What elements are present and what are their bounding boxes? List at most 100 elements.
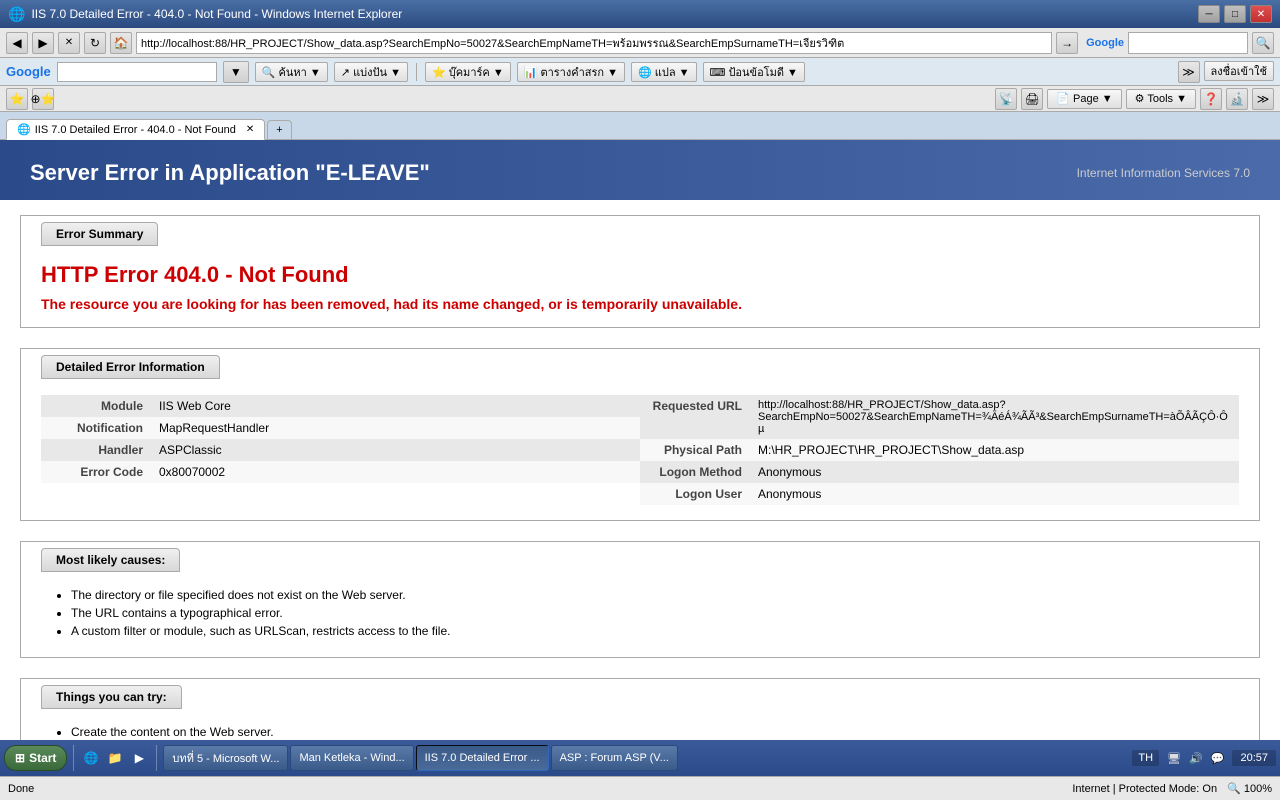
table-row: Logon Method Anonymous bbox=[640, 461, 1239, 483]
quicklaunch-ie[interactable]: 🌐 bbox=[80, 747, 102, 769]
ie-add-favorites[interactable]: ⊕⭐ bbox=[32, 88, 54, 110]
error-code-value: 0x80070002 bbox=[151, 461, 640, 483]
most-likely-causes-section: Most likely causes: The directory or fil… bbox=[20, 541, 1260, 658]
network-tray-icon: 🖥 bbox=[1167, 752, 1181, 765]
maximize-button[interactable]: □ bbox=[1224, 5, 1246, 23]
windows-logo: ⊞ bbox=[15, 751, 25, 765]
back-button[interactable]: ◀ bbox=[6, 32, 28, 54]
causes-header-row: Most likely causes: bbox=[21, 542, 1259, 573]
causes-tab: Most likely causes: bbox=[41, 548, 180, 572]
forward-button[interactable]: ▶ bbox=[32, 32, 54, 54]
google-toolbar-more[interactable]: ≫ bbox=[1178, 61, 1200, 83]
quicklaunch-media[interactable]: ▶ bbox=[128, 747, 150, 769]
detailed-error-tab: Detailed Error Information bbox=[41, 355, 220, 379]
taskbar-item-iis[interactable]: IIS 7.0 Detailed Error ... bbox=[416, 745, 549, 771]
detail-left-table: Module IIS Web Core Notification MapRequ… bbox=[41, 395, 640, 483]
tab-iis-error[interactable]: 🌐 IIS 7.0 Detailed Error - 404.0 - Not F… bbox=[6, 119, 265, 140]
list-item: The directory or file specified does not… bbox=[71, 588, 1239, 602]
taskbar-item-asp[interactable]: ASP : Forum ASP (V... bbox=[551, 745, 678, 771]
logon-method-value: Anonymous bbox=[750, 461, 1239, 483]
address-input[interactable] bbox=[136, 32, 1052, 54]
logon-user-value: Anonymous bbox=[750, 483, 1239, 505]
logon-user-label: Logon User bbox=[640, 483, 750, 505]
handler-label: Handler bbox=[41, 439, 151, 461]
detail-left: Module IIS Web Core Notification MapRequ… bbox=[41, 395, 640, 505]
error-summary-tab: Error Summary bbox=[41, 222, 158, 246]
detailed-error-content: Module IIS Web Core Notification MapRequ… bbox=[21, 380, 1259, 520]
module-label: Module bbox=[41, 395, 151, 417]
error-description: The resource you are looking for has bee… bbox=[41, 296, 1239, 312]
handler-value: ASPClassic bbox=[151, 439, 640, 461]
table-row: Error Code 0x80070002 bbox=[41, 461, 640, 483]
minimize-button[interactable]: ─ bbox=[1198, 5, 1220, 23]
go-button[interactable]: → bbox=[1056, 32, 1078, 54]
logon-method-label: Logon Method bbox=[640, 461, 750, 483]
detail-right: Requested URL http://localhost:88/HR_PRO… bbox=[640, 395, 1239, 505]
physical-path-label: Physical Path bbox=[640, 439, 750, 461]
notification-label: Notification bbox=[41, 417, 151, 439]
google-toolbar-translate[interactable]: 🌐 แปล ▼ bbox=[631, 62, 697, 82]
refresh-button[interactable]: ↻ bbox=[84, 32, 106, 54]
quicklaunch-explorer[interactable]: 📁 bbox=[104, 747, 126, 769]
content-scroll[interactable]: Server Error in Application "E-LEAVE" In… bbox=[0, 140, 1280, 740]
error-summary-content: HTTP Error 404.0 - Not Found The resourc… bbox=[21, 247, 1259, 327]
ie-command-toolbar: ⭐ ⊕⭐ 📡 🖨 📄 Page ▼ ⚙ Tools ▼ ❓ 🔬 ≫ bbox=[0, 86, 1280, 112]
ie-favorites-star[interactable]: ⭐ bbox=[6, 88, 28, 110]
start-button[interactable]: ⊞ Start bbox=[4, 745, 67, 771]
things-section: Things you can try: Create the content o… bbox=[20, 678, 1260, 740]
taskbar-divider bbox=[73, 745, 74, 771]
google-search-input[interactable] bbox=[57, 62, 217, 82]
ie-extra-btn[interactable]: ≫ bbox=[1252, 88, 1274, 110]
table-row: Requested URL http://localhost:88/HR_PRO… bbox=[640, 395, 1239, 439]
google-signin[interactable]: ลงชื่อเข้าใช้ bbox=[1204, 61, 1274, 81]
tab-icon: 🌐 bbox=[17, 123, 31, 136]
taskbar-right: TH 🖥 🔊 💬 20:57 bbox=[1132, 750, 1276, 766]
new-tab-button[interactable]: + bbox=[267, 120, 291, 139]
ie-research-btn[interactable]: 🔬 bbox=[1226, 88, 1248, 110]
taskbar: ⊞ Start 🌐 📁 ▶ บทที่ 5 - Microsoft W... M… bbox=[0, 740, 1280, 776]
stop-button[interactable]: ✕ bbox=[58, 32, 80, 54]
causes-list: The directory or file specified does not… bbox=[41, 588, 1239, 638]
table-row: Handler ASPClassic bbox=[41, 439, 640, 461]
browser-content: Server Error in Application "E-LEAVE" In… bbox=[0, 140, 1280, 740]
detail-right-table: Requested URL http://localhost:88/HR_PRO… bbox=[640, 395, 1239, 505]
google-toolbar-share[interactable]: ↗ แบ่งปัน ▼ bbox=[334, 62, 408, 82]
google-toolbar-find[interactable]: 🔍 ค้นหา ▼ bbox=[255, 62, 328, 82]
ie-page-btn[interactable]: 📄 Page ▼ bbox=[1047, 89, 1121, 109]
ie-rss-btn[interactable]: 📡 bbox=[995, 88, 1017, 110]
ie-print-btn[interactable]: 🖨 bbox=[1021, 88, 1043, 110]
google-search-button[interactable]: ▼ bbox=[223, 61, 249, 83]
taskbar-item-wind2[interactable]: Man Ketleka - Wind... bbox=[290, 745, 413, 771]
google-toolbar-table[interactable]: 📊 ตารางคำสรก ▼ bbox=[517, 62, 625, 82]
google-toolbar-bookmark[interactable]: ⭐ บุ๊คมาร์ค ▼ bbox=[425, 62, 511, 82]
start-label: Start bbox=[29, 751, 56, 765]
error-title: HTTP Error 404.0 - Not Found bbox=[41, 262, 1239, 288]
table-row: Notification MapRequestHandler bbox=[41, 417, 640, 439]
system-clock[interactable]: 20:57 bbox=[1232, 750, 1276, 766]
google-toolbar-input[interactable]: ⌨ ป้อนข้อโมดี ▼ bbox=[703, 62, 805, 82]
tab-close-icon[interactable]: ✕ bbox=[246, 124, 254, 135]
close-button[interactable]: ✕ bbox=[1250, 5, 1272, 23]
things-tab: Things you can try: bbox=[41, 685, 182, 709]
table-row: Logon User Anonymous bbox=[640, 483, 1239, 505]
ie-nav-buttons: ⭐ ⊕⭐ bbox=[6, 88, 54, 110]
requested-url-value: http://localhost:88/HR_PROJECT/Show_data… bbox=[750, 395, 1239, 439]
search-engine-label: Google bbox=[1086, 37, 1124, 49]
notification-value: MapRequestHandler bbox=[151, 417, 640, 439]
table-row: Physical Path M:\HR_PROJECT\HR_PROJECT\S… bbox=[640, 439, 1239, 461]
volume-tray-icon: 🔊 bbox=[1189, 752, 1203, 765]
search-button[interactable]: 🔍 bbox=[1252, 32, 1274, 54]
things-header-row: Things you can try: bbox=[21, 679, 1259, 710]
ie-help-btn[interactable]: ❓ bbox=[1200, 88, 1222, 110]
status-bar: Done Internet | Protected Mode: On 🔍 100… bbox=[0, 776, 1280, 800]
ie-tools-btn[interactable]: ⚙ Tools ▼ bbox=[1126, 89, 1196, 109]
search-input[interactable] bbox=[1128, 32, 1248, 54]
taskbar-item-word[interactable]: บทที่ 5 - Microsoft W... bbox=[163, 745, 288, 771]
ie-icon: 🌐 bbox=[8, 6, 25, 23]
zoom-level[interactable]: 🔍 100% bbox=[1227, 782, 1272, 795]
list-item: A custom filter or module, such as URLSc… bbox=[71, 624, 1239, 638]
taskbar-divider-2 bbox=[156, 745, 157, 771]
language-indicator[interactable]: TH bbox=[1132, 750, 1159, 766]
error-body: Error Summary HTTP Error 404.0 - Not Fou… bbox=[0, 200, 1280, 740]
home-button[interactable]: 🏠 bbox=[110, 32, 132, 54]
